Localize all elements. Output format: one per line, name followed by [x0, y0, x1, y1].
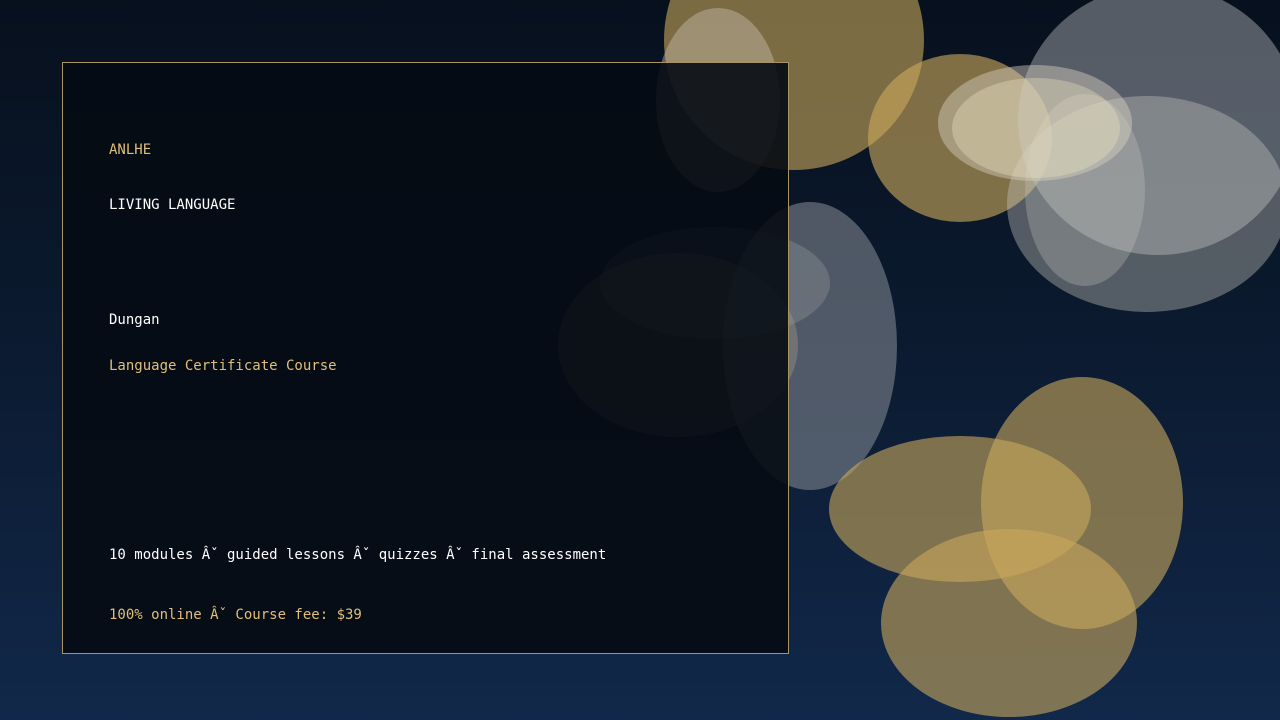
- course-features: 10 modules Âˇ guided lessons Âˇ quizzes …: [109, 547, 607, 563]
- brand-tagline: LIVING LANGUAGE: [109, 197, 236, 213]
- course-language: Dungan: [109, 312, 160, 328]
- course-title: Language Certificate Course: [109, 358, 337, 374]
- bokeh-circle: [952, 78, 1120, 178]
- course-card: ANLHE LIVING LANGUAGE Dungan Language Ce…: [62, 62, 789, 654]
- course-pricing: 100% online Âˇ Course fee: $39: [109, 607, 362, 623]
- brand-name: ANLHE: [109, 142, 152, 158]
- bokeh-circle: [881, 529, 1137, 717]
